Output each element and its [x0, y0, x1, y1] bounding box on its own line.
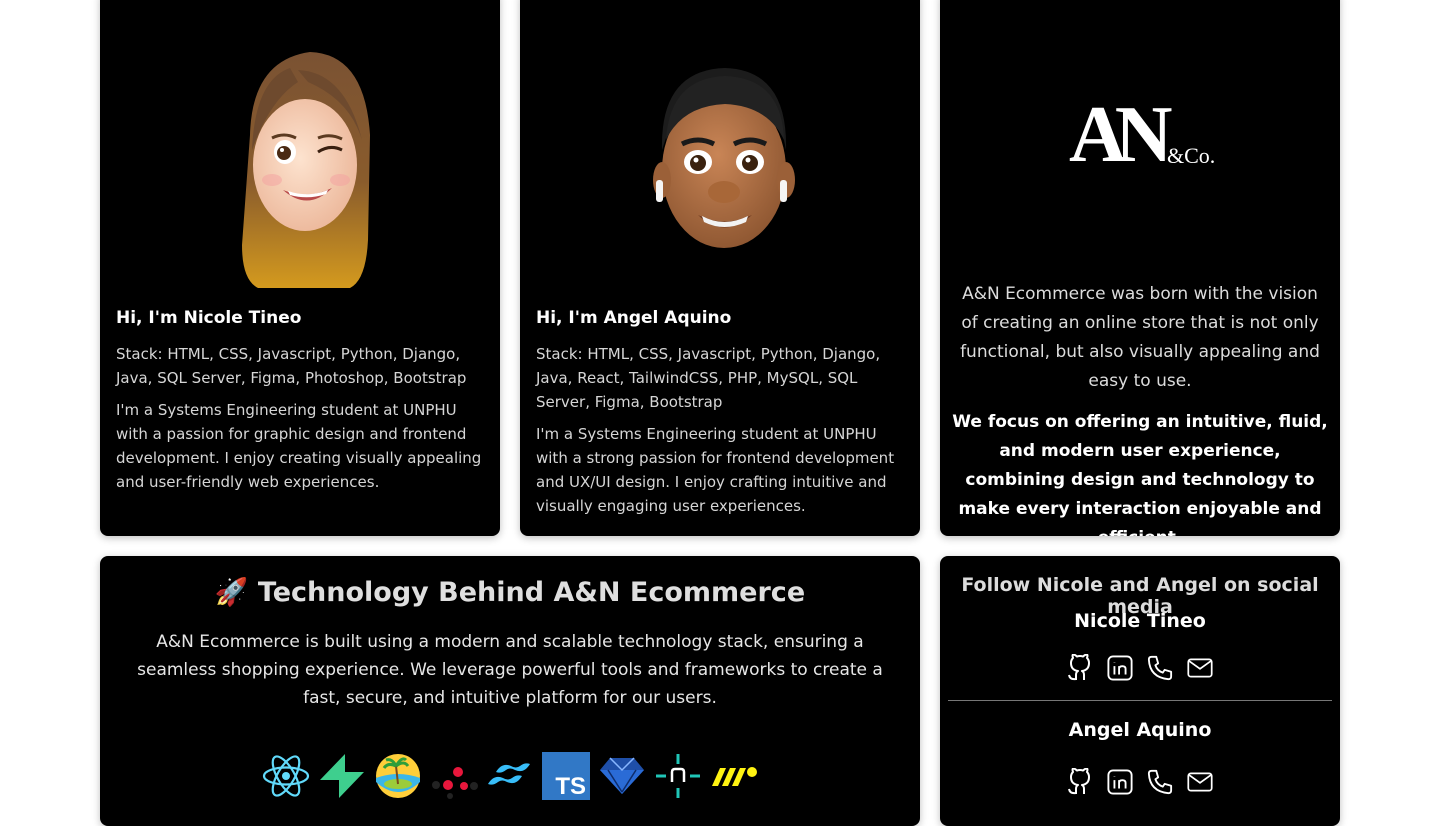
typescript-icon: TS [542, 752, 590, 800]
nicole-greeting: Hi, I'm Nicole Tineo [116, 308, 302, 328]
linkedin-icon [1107, 769, 1133, 795]
nicole-github-link[interactable] [1067, 653, 1093, 683]
brand-logo-mark: AN [1069, 91, 1172, 175]
gem-icon [598, 752, 646, 800]
angel-greeting: Hi, I'm Angel Aquino [536, 308, 732, 328]
netlify-icon [654, 752, 702, 800]
angel-email-link[interactable] [1187, 767, 1213, 797]
nicole-email-link[interactable] [1187, 653, 1213, 683]
tech-description: A&N Ecommerce is built using a modern an… [137, 632, 883, 708]
profile-card-angel: Hi, I'm Angel Aquino Stack: HTML, CSS, J… [520, 0, 920, 536]
nicole-stack: Stack: HTML, CSS, Javascript, Python, Dj… [116, 345, 467, 387]
brand-logo-suffix: &Co. [1167, 143, 1215, 168]
motion-icon [710, 752, 758, 800]
angel-linkedin-link[interactable] [1107, 767, 1133, 797]
svg-text:TS: TS [555, 773, 586, 800]
rocket-icon: 🚀 [214, 577, 249, 608]
brand-card: AN &Co. A&N Ecommerce was born with the … [940, 0, 1340, 536]
tech-title-text: Technology Behind A&N Ecommerce [257, 577, 806, 608]
brand-paragraph-1: A&N Ecommerce was born with the vision o… [960, 284, 1320, 391]
tailwind-icon [486, 752, 534, 800]
github-icon [1068, 768, 1090, 795]
tech-icon-row: TS [100, 752, 920, 800]
angel-bio: I'm a Systems Engineering student at UNP… [536, 425, 895, 515]
nicole-bio: I'm a Systems Engineering student at UNP… [116, 401, 482, 491]
angel-phone-link[interactable] [1147, 767, 1173, 797]
social-divider [948, 700, 1332, 701]
angel-stack: Stack: HTML, CSS, Javascript, Python, Dj… [536, 345, 881, 411]
dots-icon [430, 752, 478, 800]
technology-card: 🚀 Technology Behind A&N Ecommerce A&N Ec… [100, 556, 920, 826]
phone-icon [1147, 769, 1173, 795]
github-icon [1068, 654, 1090, 681]
nicole-social-links [940, 653, 1340, 683]
supabase-icon [318, 752, 366, 800]
nicole-linkedin-link[interactable] [1107, 653, 1133, 683]
brand-logo: AN &Co. [940, 85, 1340, 175]
react-icon [262, 752, 310, 800]
nicole-phone-link[interactable] [1147, 653, 1173, 683]
island-icon [374, 752, 422, 800]
mail-icon [1187, 772, 1213, 792]
linkedin-icon [1107, 655, 1133, 681]
profile-card-nicole: Hi, I'm Nicole Tineo Stack: HTML, CSS, J… [100, 0, 500, 536]
angel-avatar [520, 40, 920, 290]
mail-icon [1187, 658, 1213, 678]
tech-title: 🚀 Technology Behind A&N Ecommerce [100, 576, 920, 608]
social-card: Follow Nicole and Angel on social media … [940, 556, 1340, 826]
brand-paragraph-2: We focus on offering an intuitive, fluid… [952, 412, 1328, 536]
angel-social-name: Angel Aquino [1068, 719, 1212, 741]
phone-icon [1147, 655, 1173, 681]
nicole-social-name: Nicole Tineo [1074, 610, 1206, 632]
angel-github-link[interactable] [1067, 767, 1093, 797]
nicole-avatar [100, 40, 500, 290]
angel-social-links [940, 767, 1340, 797]
